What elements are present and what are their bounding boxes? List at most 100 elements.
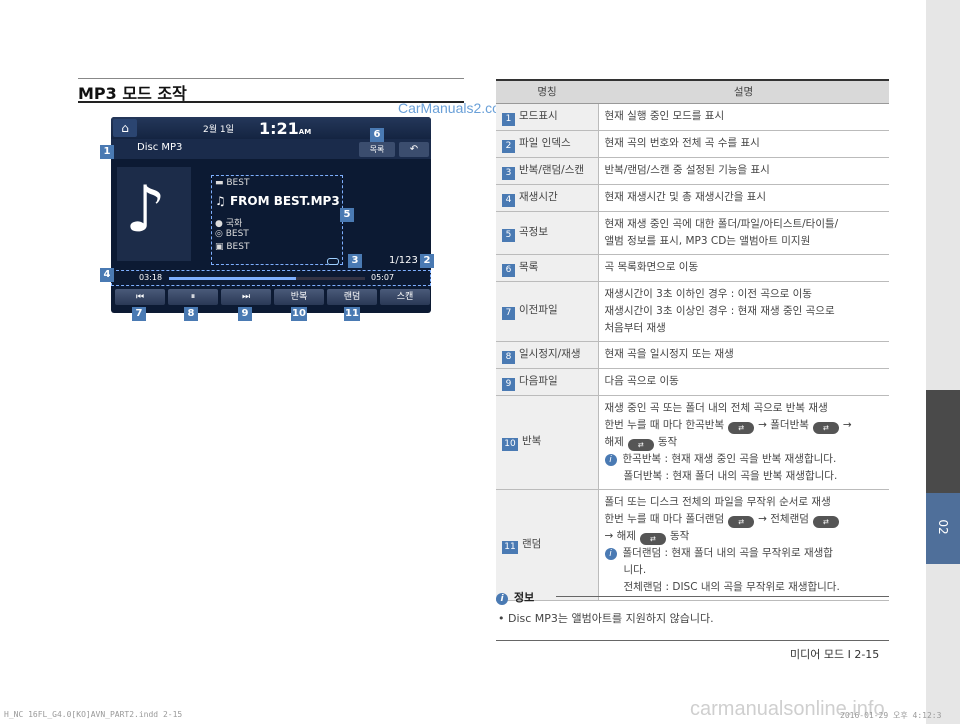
row-name: 다음파일 — [519, 374, 558, 387]
row-desc-line: 현재 곡을 일시정지 또는 재생 — [604, 348, 734, 360]
table-row: 6 목록 곡 목록화면으로 이동 — [496, 254, 889, 282]
row-name-cell: 6 목록 — [496, 254, 599, 282]
table-row: 11 랜덤 폴더 또는 디스크 전체의 파일을 무작위 순서로 재생 한번 누를 때 … — [496, 489, 889, 601]
repeat-button[interactable]: 반복 — [274, 289, 324, 305]
callout-7: 7 — [132, 307, 146, 321]
row-desc-cell: 현재 재생 중인 곡에 대한 폴더/파일/아티스트/타이틀/앨범 정보를 표시,… — [598, 211, 889, 255]
row-name: 반복/랜덤/스캔 — [519, 163, 585, 176]
row-name: 랜덤 — [522, 537, 542, 550]
side-tab-chapter — [926, 390, 960, 493]
artist-row: ● 국화 — [215, 219, 243, 229]
date-display: 2월 1일 — [203, 125, 234, 135]
callout-8: 8 — [184, 307, 198, 321]
time-elapsed: 03:18 — [139, 273, 163, 282]
row-desc-line: 현재 재생 중인 곡에 대한 폴더/파일/아티스트/타이틀/ — [604, 217, 839, 230]
callout-5: 5 — [340, 208, 354, 222]
song-title-text: FROM BEST.MP3 — [229, 194, 340, 208]
row-desc-line: 앨범 정보를 표시, MP3 CD는 앨범아트 미지원 — [604, 234, 811, 247]
row-desc-line: 처음부터 재생 — [604, 321, 666, 334]
info-icon: i — [604, 453, 617, 466]
row-desc-line: 반복/랜덤/스캔 중 설정된 기능을 표시 — [604, 164, 770, 176]
table-row: 5 곡정보 현재 재생 중인 곡에 대한 폴더/파일/아티스트/타이틀/앨범 정보를… — [496, 211, 889, 255]
scan-button[interactable]: 스캔 — [380, 289, 430, 305]
row-desc-line: 다음 곡으로 이동 — [604, 375, 679, 387]
row-name-cell: 5 곡정보 — [496, 211, 599, 255]
time-total: 05:07 — [371, 273, 395, 282]
row-name: 반복 — [522, 435, 542, 447]
desc-text: 동작 — [657, 435, 678, 448]
info-icon: i — [604, 547, 617, 560]
progress-bar-fill — [169, 277, 297, 280]
section-rule-top — [78, 78, 464, 79]
note-title: 정보 — [514, 591, 535, 604]
row-name-cell: 4 재생시간 — [496, 184, 599, 212]
row-name: 모드표시 — [519, 109, 558, 122]
row-desc-cell: 곡 목록화면으로 이동 — [598, 254, 889, 282]
row-desc-cell: 현재 실행 중인 모드를 표시 — [598, 103, 889, 131]
callout-1: 1 — [100, 145, 114, 159]
row-name: 목록 — [519, 260, 539, 273]
random-button[interactable]: 랜덤 — [327, 289, 377, 305]
next-track-button[interactable]: ⏭ — [221, 289, 271, 305]
side-tab-column — [926, 0, 960, 724]
table-row: 2 파일 인덱스 현재 곡의 번호와 전체 곡 수를 표시 — [496, 130, 889, 158]
song-title: ♫ FROM BEST.MP3 — [215, 194, 340, 208]
row-number: 1 — [502, 112, 515, 126]
folder-name: BEST — [226, 178, 250, 188]
callout-4: 4 — [100, 268, 114, 282]
desc-text: 해제 — [604, 435, 624, 448]
list-button[interactable]: 목록 — [359, 142, 395, 157]
clock-time: 1:21 — [259, 119, 299, 138]
row-desc-cell: 재생 중인 곡 또는 폴더 내의 전체 곡으로 반복 재생한번 누를 때 마다 … — [598, 395, 889, 490]
home-icon[interactable]: ⌂ — [113, 119, 137, 137]
row-name: 일시정지/재생 — [519, 347, 581, 360]
progress-bar[interactable] — [169, 277, 365, 280]
table-row: 1 모드표시 현재 실행 중인 모드를 표시 — [496, 103, 889, 131]
callout-9: 9 — [238, 307, 252, 321]
row-desc-line: 현재 재생시간 및 총 재생시간을 표시 — [604, 191, 767, 203]
row-desc-line: 재생시간이 3초 이하인 경우 : 이전 곡으로 이동 — [604, 287, 812, 300]
footer-file: H_NC 16FL_G4.0[KO]AVN_PART2.indd 2-15 — [4, 710, 183, 719]
desc-text: 한번 누를 때 마다 한곡반복 — [604, 418, 725, 431]
row-desc-line: 재생 중인 곡 또는 폴더 내의 전체 곡으로 반복 재생 — [604, 401, 828, 414]
description-table: 명칭 설명 1 모드표시 현재 실행 중인 모드를 표시 2 파일 인덱스 현재 곡의 번… — [496, 79, 889, 601]
clock-display: 1:21AM — [259, 119, 311, 138]
row-name-cell: 2 파일 인덱스 — [496, 130, 599, 158]
album-row: ◎ BEST — [215, 229, 249, 239]
row-name-cell: 3 반복/랜덤/스캔 — [496, 157, 599, 185]
row-desc-cell: 재생시간이 3초 이하인 경우 : 이전 곡으로 이동 재생시간이 3초 이상인 … — [598, 281, 889, 342]
track-count: 1/123 — [389, 255, 418, 266]
row-name: 이전파일 — [519, 304, 558, 316]
desc-text: → 폴더반복 — [758, 418, 809, 431]
row-name-cell: 9 다음파일 — [496, 368, 599, 396]
page-number: 미디어 모드 I 2-15 — [790, 648, 880, 661]
row-desc-cell: 현재 곡의 번호와 전체 곡 수를 표시 — [598, 130, 889, 158]
prev-track-button[interactable]: ⏮ — [115, 289, 165, 305]
pause-button[interactable]: ⏸ — [168, 289, 218, 305]
back-arrow-icon[interactable]: ↶ — [399, 142, 429, 157]
note-text: • Disc MP3는 앨범아트를 지원하지 않습니다. — [498, 612, 714, 625]
row-desc-cell: 현재 재생시간 및 총 재생시간을 표시 — [598, 184, 889, 212]
table-row: 9 다음파일 다음 곡으로 이동 — [496, 368, 889, 396]
row-name-cell: 11 랜덤 — [496, 489, 599, 601]
music-note-icon: ♪ — [125, 173, 166, 247]
desc-text: 한번 누를 때 마다 폴더랜덤 — [604, 512, 725, 525]
control-bar: ⏮ ⏸ ⏭ 반복 랜덤 스캔 — [111, 289, 431, 307]
callout-6: 6 — [370, 128, 384, 142]
row-desc-line: 현재 곡의 번호와 전체 곡 수를 표시 — [604, 137, 760, 149]
row-number: 3 — [502, 166, 515, 180]
row-desc-line: 현재 실행 중인 모드를 표시 — [604, 110, 725, 122]
row-desc-line: 곡 목록화면으로 이동 — [604, 261, 699, 273]
row-number: 7 — [502, 307, 515, 320]
row-desc-cell: 폴더 또는 디스크 전체의 파일을 무작위 순서로 재생 한번 누를 때 마다 폴… — [598, 489, 889, 601]
album-name: BEST — [225, 229, 249, 239]
repeat-off-icon: ⇄ — [627, 438, 654, 451]
row-desc-line: → 해제 ⇄ 동작 — [605, 528, 884, 545]
row-number: 6 — [502, 263, 515, 277]
folder-row: ▬ BEST — [215, 178, 250, 188]
head-unit-screen: ⌂ 2월 1일 1:21AM Disc MP3 목록 ↶ ♪ ▬ BEST ♫ … — [111, 117, 431, 313]
watermark: CarManuals2.com — [398, 100, 512, 116]
row-desc-line: 해제 ⇄ 동작 — [605, 434, 884, 451]
album-title-row: ▣ BEST — [215, 242, 250, 252]
info-line: 폴더반복 : 현재 폴더 내의 곡을 반복 재생합니다. — [623, 469, 838, 482]
